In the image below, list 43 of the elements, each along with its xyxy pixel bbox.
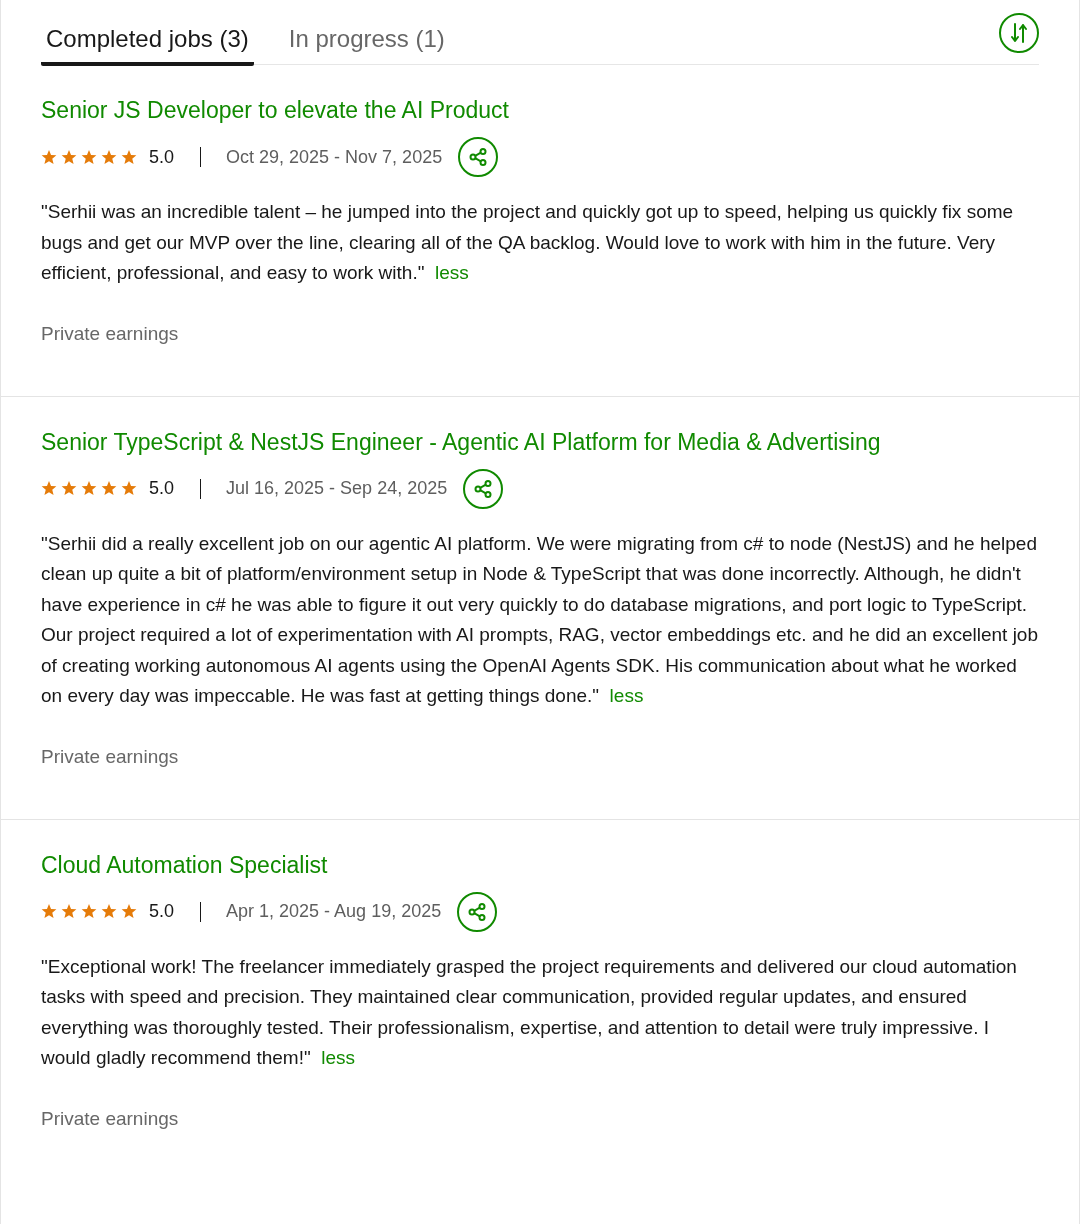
rating-value: 5.0 xyxy=(149,900,175,923)
earnings-label: Private earnings xyxy=(41,744,179,769)
rating-value: 5.0 xyxy=(149,145,175,169)
star-icon xyxy=(101,904,117,919)
share-button[interactable] xyxy=(457,891,498,932)
share-button[interactable] xyxy=(458,137,499,177)
star-icon xyxy=(121,904,137,919)
sort-button[interactable] xyxy=(999,13,1039,53)
date-range: Apr 1, 2025 - Aug 19, 2025 xyxy=(226,900,442,923)
star-icon xyxy=(41,904,57,919)
less-link[interactable]: less xyxy=(435,262,469,283)
earnings-label: Private earnings xyxy=(41,321,179,346)
date-range: Jul 16, 2025 - Sep 24, 2025 xyxy=(226,477,448,500)
date-range: Oct 29, 2025 - Nov 7, 2025 xyxy=(226,145,443,169)
tab[interactable]: Completed jobs (3) xyxy=(41,24,254,66)
star-icon xyxy=(41,481,57,496)
review-text: "Serhii did a really excellent job on our agentic AI platform. We were migrating from c# to node (NestJS) and he helped clean up quite a bit of platform/environment setup in Node & TypeScript that was done incorrectly. Although, he didn't have experience in c# he was able to figure it out very quickly to do database migrations, and port logic to TypeScript. Our project required a lot of experimentation with AI prompts, RAG, vector embeddings etc. and he did an excellent job of creating working autonomous AI agents using the OpenAI Agents SDK. His communication about what he worked on every day was impeccable. He was fast at getting things done." less xyxy=(41,531,1039,708)
star-icon xyxy=(121,481,137,496)
share-icon xyxy=(469,148,488,166)
share-icon xyxy=(474,479,493,498)
star-icon xyxy=(81,149,97,165)
review-text: "Exceptional work! The freelancer immediately grasped the project requirements and delivered our cloud automation tasks with speed and precision. They maintained clear communication, provided regular updates, and ensured everything was thoroughly tested. Their professionalism, expertise, and attention to detail were truly impressive. I would gladly recommend them!" less xyxy=(41,954,1018,1070)
less-link[interactable]: less xyxy=(321,1047,356,1068)
star-icon xyxy=(61,149,77,165)
job-title-link[interactable]: Senior TypeScript & NestJS Engineer - Agentic AI Platform for Media & Advertising xyxy=(41,426,881,457)
rating-value: 5.0 xyxy=(149,477,175,500)
share-button[interactable] xyxy=(463,468,504,509)
star-icon xyxy=(81,481,97,496)
tab[interactable]: In progress (1) xyxy=(283,24,450,66)
star-icon xyxy=(101,481,117,496)
star-icon xyxy=(81,904,97,919)
review-text: "Serhii was an incredible talent – he jumped into the project and quickly got up to speed, helping us quickly fix some bugs and get our MVP over the line, clearing all of the QA backlog. Would love to work with him in the future. Very efficient, professional, and easy to work with." less xyxy=(41,200,1015,285)
earnings-label: Private earnings xyxy=(41,1106,179,1131)
star-icon xyxy=(101,149,117,165)
star-icon xyxy=(121,149,137,165)
job-title-link[interactable]: Cloud Automation Specialist xyxy=(41,849,328,880)
star-icon xyxy=(61,904,77,919)
less-link[interactable]: less xyxy=(609,685,644,706)
sort-arrows-icon xyxy=(1011,23,1027,43)
share-icon xyxy=(468,902,487,921)
job-title-link[interactable]: Senior JS Developer to elevate the AI Product xyxy=(41,95,509,125)
star-icon xyxy=(41,149,57,165)
star-icon xyxy=(61,481,77,496)
